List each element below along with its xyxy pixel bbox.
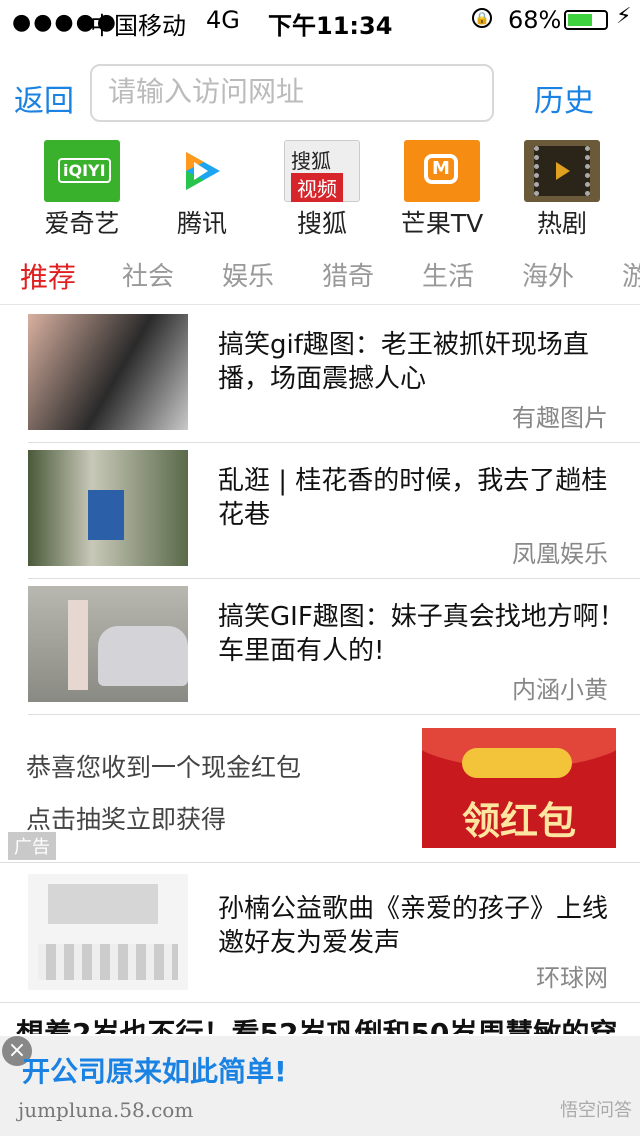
bottom-ad-url: jumpluna.58.com [18,1098,194,1122]
ad-line-2: 点击抽奖立即获得 [26,805,227,834]
url-box[interactable] [90,64,494,122]
app-reju[interactable]: 热剧 [502,140,622,240]
tab-society[interactable]: 社会 [122,256,174,293]
history-button[interactable]: 历史 [534,76,594,120]
street-sign [88,490,124,540]
item-source: 凤凰娱乐 [512,540,608,568]
app-tencent[interactable]: 腾讯 [142,140,262,240]
battery-fill [568,14,592,26]
item-source: 内涵小黄 [512,676,608,704]
app-mango[interactable]: M 芒果TV [382,140,502,240]
item-title: 搞笑gif趣图：老王被抓奸现场直播，场面震撼人心 [218,330,589,394]
tab-games[interactable]: 游 [622,256,640,293]
thumbnail-image [28,314,188,430]
rotation-lock-icon: 🔒 [472,8,492,28]
list-item[interactable]: 搞笑gif趣图：老王被抓奸现场直播，场面震撼人心 有趣图片 [28,306,640,443]
thumbnail-image [28,874,188,990]
car-shape [98,626,188,686]
browser-toolbar: 返回 历史 [0,64,640,128]
film-icon [524,140,600,202]
tab-overseas[interactable]: 海外 [522,256,574,293]
app-sohu[interactable]: 搜狐 视频 搜狐 [262,140,382,240]
bottom-ad-banner[interactable]: × 开公司原来如此简单! jumpluna.58.com 悟空问答 [0,1036,640,1136]
bottom-ad-headline: 开公司原来如此简单! [22,1055,287,1088]
app-label: 腾讯 [176,209,227,238]
back-button[interactable]: 返回 [14,76,74,120]
app-label: 爱奇艺 [44,209,120,238]
app-label: 芒果TV [400,209,484,238]
red-envelope-text: 领红包 [461,799,576,843]
battery-icon [564,10,608,30]
ad-badge: 广告 [8,832,56,860]
tab-curiosity[interactable]: 猎奇 [322,256,374,293]
group-photo [38,944,178,980]
tab-life[interactable]: 生活 [422,256,474,293]
battery-percent: 68% [508,6,562,34]
list-item[interactable]: 搞笑GIF趣图：妹子真会找地方啊！车里面有人的! 内涵小黄 [28,578,640,715]
list-item[interactable]: 孙楠公益歌曲《亲爱的孩子》上线邀好友为爱发声 环球网 [0,866,640,1003]
sohu-video-icon: 搜狐 视频 [284,140,360,202]
thumbnail-image [28,450,188,566]
sohu-logo-subtext: 视频 [291,173,343,202]
mango-tv-icon: M [404,140,480,202]
iqiyi-logo-text: iQIYI [58,158,111,183]
app-label: 热剧 [536,209,587,238]
watermark: 悟空问答 [560,1100,632,1121]
poster-logo [48,884,158,924]
list-item[interactable]: 乱逛 | 桂花香的时候，我去了趟桂花巷 凤凰娱乐 [28,442,640,579]
ad-banner[interactable]: 恭喜您收到一个现金红包 点击抽奖立即获得 广告 领红包 [0,712,640,863]
tab-entertainment[interactable]: 娱乐 [222,256,274,293]
item-source: 有趣图片 [512,404,608,432]
ad-line-1: 恭喜您收到一个现金红包 [26,753,302,782]
app-iqiyi[interactable]: iQIYI 爱奇艺 [22,140,142,240]
tab-recommend[interactable]: 推荐 [20,256,76,296]
thumbnail-image [28,586,188,702]
person-shape [68,600,88,690]
url-input[interactable] [106,74,480,109]
iqiyi-icon: iQIYI [44,140,120,202]
status-bar: ●●●●● 中国移动 4G 下午11:34 🔒 68% ⚡ [0,0,640,40]
clock: 下午11:34 [268,12,393,40]
coin-icon [462,748,572,778]
item-title: 乱逛 | 桂花香的时候，我去了趟桂花巷 [218,466,608,530]
item-source: 环球网 [536,964,608,992]
item-title: 孙楠公益歌曲《亲爱的孩子》上线邀好友为爱发声 [218,894,609,958]
truncated-headline[interactable]: 想着2岁也不行！看52岁巩俐和50岁周慧敏的穿 [16,1012,636,1034]
charging-icon: ⚡ [616,4,632,29]
carrier-label: 中国移动 [90,12,186,40]
red-envelope-image: 领红包 [422,728,616,848]
app-label: 搜狐 [296,209,347,238]
app-shortcuts: iQIYI 爱奇艺 腾讯 搜狐 视频 搜狐 M 芒果TV 热剧 [0,140,640,238]
network-label: 4G [206,6,240,34]
sohu-logo-text: 搜狐 [291,149,331,173]
tencent-video-icon [164,140,240,202]
item-title: 搞笑GIF趣图：妹子真会找地方啊！车里面有人的! [218,602,625,666]
category-tabs: 推荐 社会 娱乐 猎奇 生活 海外 游 [0,248,640,305]
